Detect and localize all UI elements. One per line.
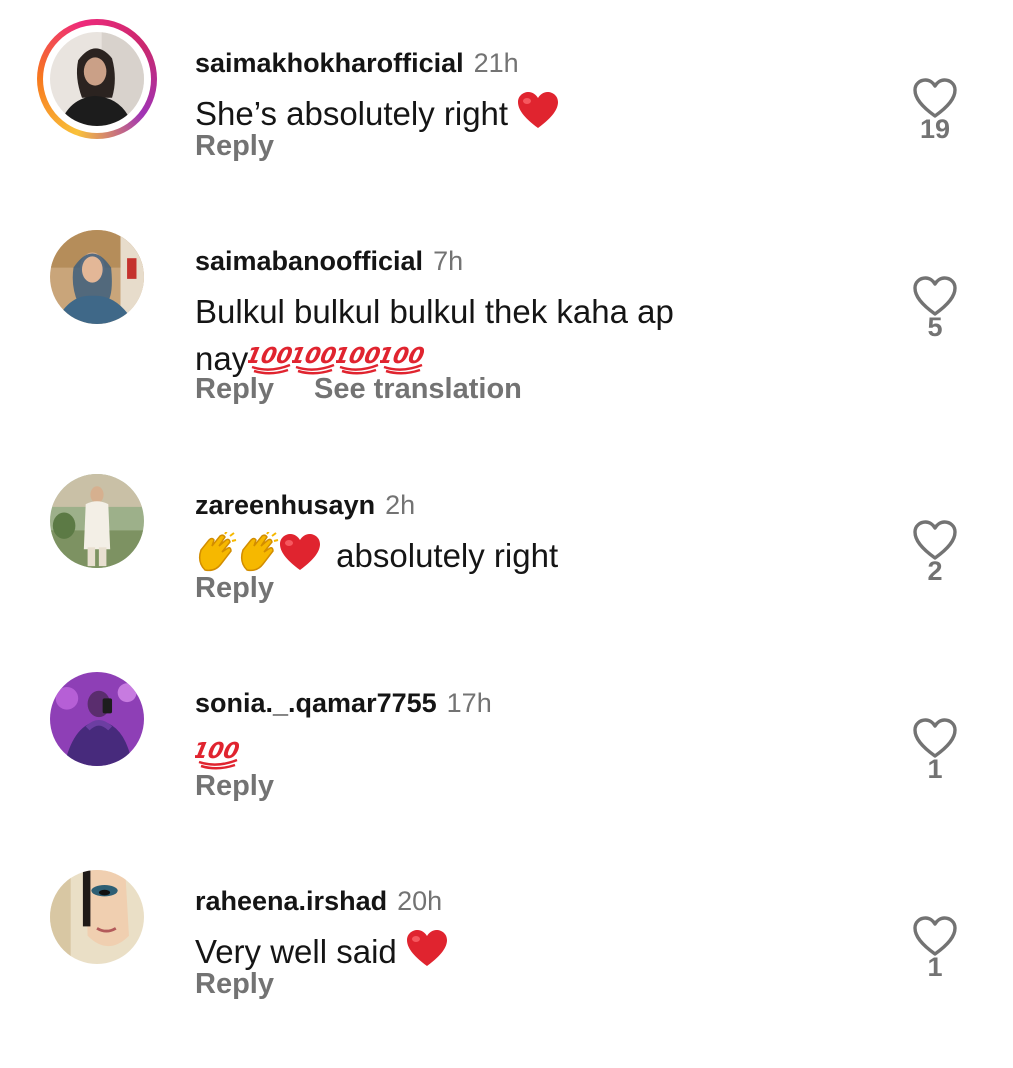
like-count: 19: [919, 114, 951, 144]
reply-button[interactable]: Reply: [195, 968, 274, 1000]
username[interactable]: sonia._.qamar7755: [195, 688, 437, 718]
hundred-points-emoji: 100: [292, 343, 336, 375]
avatar[interactable]: [50, 474, 144, 568]
avatar[interactable]: [50, 32, 144, 126]
comment-text-line-2-content: nay: [195, 340, 249, 377]
svg-text:100: 100: [195, 738, 239, 764]
comment-text-content: Very well said: [195, 933, 397, 970]
avatar-image: [50, 230, 144, 324]
comment-item: saimabanoofficial 7h Bulkul bulkul bulkul…: [0, 230, 1013, 428]
comment-text: Bulkul bulkul bulkul thek kaha ap nay 100…: [195, 288, 835, 382]
avatar-image: [50, 32, 144, 126]
comment-text-content: absolutely right: [336, 537, 559, 574]
clapping-hands-emoji: [198, 532, 237, 572]
comment-header: saimakhokharofficial 21h: [195, 46, 519, 80]
reply-button[interactable]: Reply: [195, 572, 274, 604]
like-count: 1: [927, 952, 943, 982]
hundred-points-emoji: 100: [380, 343, 424, 375]
comment-header: zareenhusayn 2h: [195, 488, 415, 522]
reply-button[interactable]: Reply: [195, 373, 274, 405]
like-count: 1: [927, 754, 943, 784]
username[interactable]: saimakhokharofficial: [195, 48, 464, 78]
comment-item: raheena.irshad 20h Very well said Reply 1: [0, 870, 1013, 1068]
username[interactable]: saimabanoofficial: [195, 246, 423, 276]
comment-actions: Reply: [195, 572, 314, 605]
timestamp: 2h: [385, 490, 416, 520]
avatar[interactable]: [50, 672, 144, 766]
see-translation-button[interactable]: See translation: [314, 373, 522, 405]
reply-button[interactable]: Reply: [195, 770, 274, 802]
comment-actions: Reply: [195, 770, 314, 803]
red-heart-emoji: [280, 534, 320, 570]
clapping-hands-emoji: [240, 532, 279, 572]
comment-text-content: She’s absolutely right: [195, 95, 509, 132]
story-ring[interactable]: [37, 19, 157, 139]
avatar[interactable]: [50, 230, 144, 324]
reply-button[interactable]: Reply: [195, 130, 274, 162]
username[interactable]: zareenhusayn: [195, 490, 375, 520]
heart-outline-icon[interactable]: [912, 519, 958, 561]
heart-outline-icon[interactable]: [912, 717, 958, 759]
svg-text:100: 100: [380, 343, 424, 369]
red-heart-emoji: [518, 92, 559, 128]
avatar[interactable]: [50, 870, 144, 964]
comment-item: saimakhokharofficial 21h She’s absolutely…: [0, 19, 1013, 230]
avatar-image: [50, 672, 144, 766]
comment-item: sonia._.qamar7755 17h 100 Reply 1: [0, 672, 1013, 870]
hundred-points-emoji: 100: [248, 343, 292, 375]
timestamp: 7h: [433, 246, 464, 276]
like-count: 2: [927, 556, 943, 586]
like-count: 5: [927, 312, 943, 342]
comment-actions: Reply See translation: [195, 373, 562, 406]
comment-header: raheena.irshad 20h: [195, 884, 442, 918]
comment-header: sonia._.qamar7755 17h: [195, 686, 492, 720]
avatar-image: [50, 474, 144, 568]
timestamp: 21h: [473, 48, 519, 78]
heart-outline-icon[interactable]: [912, 915, 958, 957]
svg-text:100: 100: [292, 343, 336, 369]
comment-item: zareenhusayn 2h absolutely right Reply 2: [0, 474, 1013, 672]
username[interactable]: raheena.irshad: [195, 886, 387, 916]
avatar-image: [50, 870, 144, 964]
comment-actions: Reply: [195, 130, 314, 163]
heart-outline-icon[interactable]: [912, 275, 958, 317]
heart-outline-icon[interactable]: [912, 77, 958, 119]
timestamp: 17h: [446, 688, 492, 718]
comment-text-line-1: Bulkul bulkul bulkul thek kaha ap: [195, 293, 674, 330]
comment-header: saimabanoofficial 7h: [195, 244, 463, 278]
svg-text:100: 100: [248, 343, 292, 369]
svg-text:100: 100: [336, 343, 380, 369]
timestamp: 20h: [397, 886, 443, 916]
hundred-points-emoji: 100: [195, 738, 239, 770]
hundred-points-emoji: 100: [336, 343, 380, 375]
comment-actions: Reply: [195, 968, 314, 1001]
red-heart-emoji: [406, 930, 447, 966]
